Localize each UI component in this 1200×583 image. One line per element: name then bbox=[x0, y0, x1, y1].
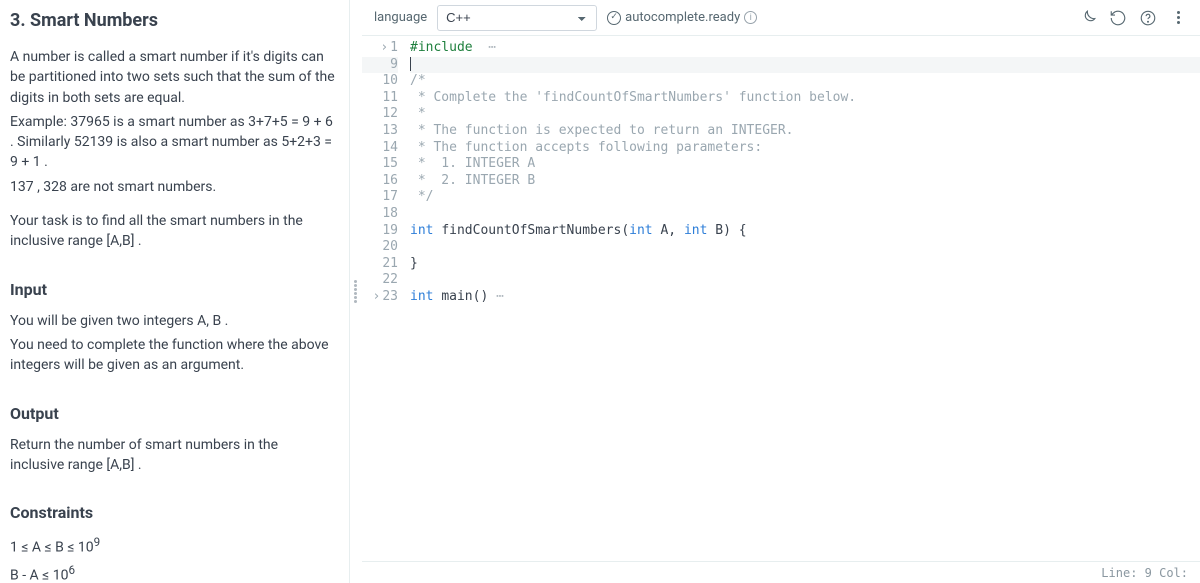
editor-toolbar: language C++ ✓ autocomplete.ready i bbox=[362, 0, 1200, 36]
check-circle-icon: ✓ bbox=[607, 11, 621, 25]
input-text: You need to complete the function where … bbox=[10, 335, 335, 376]
editor-status-bar: Line: 9 Col: bbox=[362, 561, 1200, 583]
problem-example: Example: 37965 is a smart number as 3+7+… bbox=[10, 112, 335, 173]
problem-counterexample: 137 , 328 are not smart numbers. bbox=[10, 177, 335, 197]
more-menu-icon[interactable] bbox=[1168, 8, 1188, 28]
problem-title: 3. Smart Numbers bbox=[10, 10, 335, 31]
editor-panel: language C++ ✓ autocomplete.ready i ›191… bbox=[362, 0, 1200, 583]
autocomplete-status[interactable]: ✓ autocomplete.ready i bbox=[607, 10, 757, 25]
help-icon[interactable] bbox=[1138, 8, 1158, 28]
input-text: You will be given two integers A, B . bbox=[10, 311, 335, 331]
problem-panel: 3. Smart Numbers A number is called a sm… bbox=[0, 0, 350, 583]
code-area[interactable]: #include ⋯/* * Complete the 'findCountOf… bbox=[404, 36, 1200, 561]
theme-toggle-icon[interactable] bbox=[1078, 8, 1098, 28]
language-select[interactable]: C++ bbox=[437, 5, 597, 31]
output-text: Return the number of smart numbers in th… bbox=[10, 435, 335, 476]
line-gutter: ›1910111213141516171819202122›23 bbox=[362, 36, 404, 561]
cursor-position: Line: 9 Col: bbox=[1101, 566, 1188, 580]
problem-task: Your task is to find all the smart numbe… bbox=[10, 211, 335, 252]
output-heading: Output bbox=[10, 404, 335, 423]
drag-dots-icon bbox=[354, 280, 358, 304]
constraint-row: 1 ≤ A ≤ B ≤ 109 bbox=[10, 534, 335, 558]
reset-icon[interactable] bbox=[1108, 8, 1128, 28]
panel-resize-handle[interactable] bbox=[350, 0, 362, 583]
autocomplete-label: autocomplete.ready bbox=[625, 10, 740, 25]
constraint-row: B - A ≤ 106 bbox=[10, 562, 335, 583]
language-label: language bbox=[374, 10, 427, 25]
problem-desc: A number is called a smart number if it'… bbox=[10, 47, 335, 108]
input-heading: Input bbox=[10, 280, 335, 299]
code-editor[interactable]: ›1910111213141516171819202122›23 #includ… bbox=[362, 36, 1200, 561]
constraints-heading: Constraints bbox=[10, 503, 335, 522]
info-icon: i bbox=[744, 11, 757, 24]
